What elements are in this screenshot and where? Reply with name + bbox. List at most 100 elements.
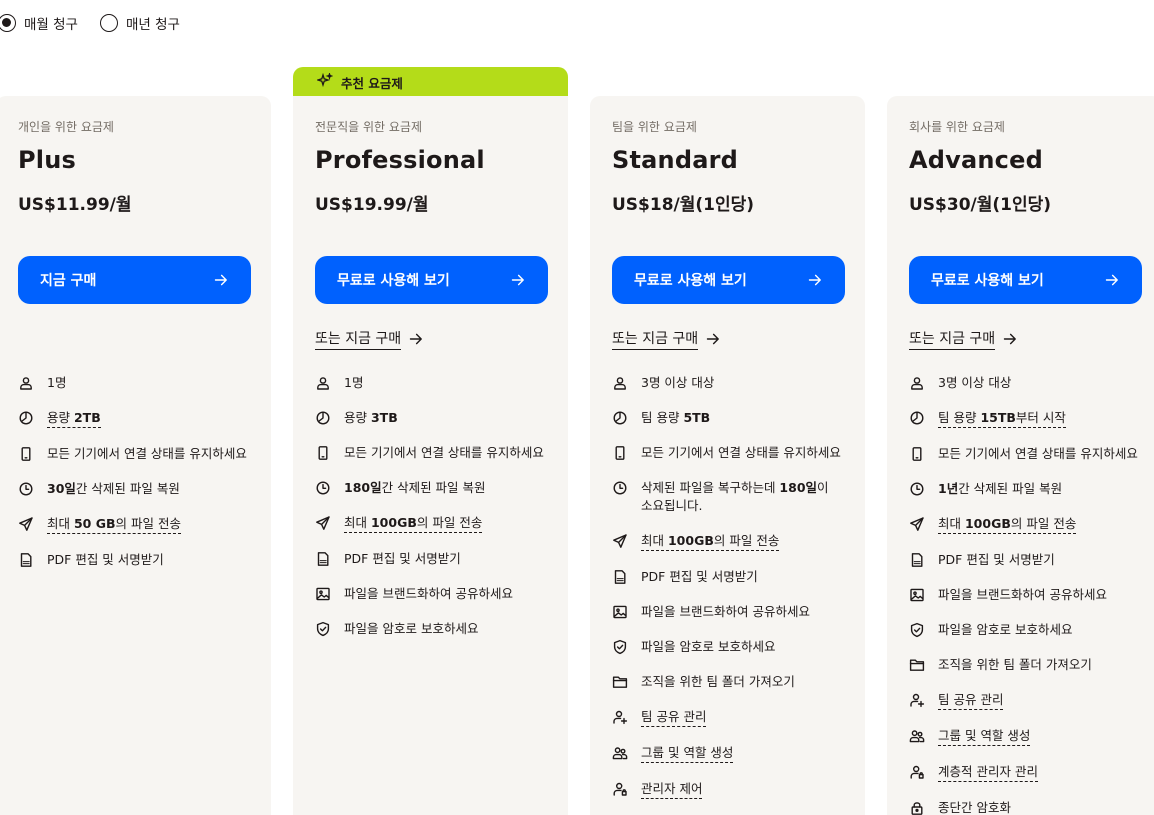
feature-item: 3명 이상 대상 <box>909 374 1139 392</box>
buy-now-link-label: 또는 지금 구매 <box>909 328 996 350</box>
restore-icon <box>910 482 924 496</box>
plan-cta-button[interactable]: 무료로 사용해 보기 <box>315 256 548 304</box>
feature-text: 3명 이상 대상 <box>641 375 715 390</box>
image-icon <box>316 587 330 601</box>
feature-text[interactable]: 계층적 관리자 관리 <box>938 763 1038 782</box>
recommended-badge-label: 추천 요금제 <box>341 76 403 91</box>
folder-icon <box>909 659 925 671</box>
feature-item: PDF 편집 및 서명받기 <box>612 568 842 586</box>
feature-text: 파일을 브랜드화하여 공유하세요 <box>344 586 513 601</box>
admin-icon <box>910 765 924 779</box>
plan-cta-button[interactable]: 무료로 사용해 보기 <box>909 256 1142 304</box>
arrow-right-icon <box>1003 333 1017 345</box>
feature-item: 모든 기기에서 연결 상태를 유지하세요 <box>18 445 248 463</box>
feature-item: 파일을 암호로 보호하세요 <box>909 621 1139 639</box>
feature-text[interactable]: 종단간 암호화 <box>938 799 1011 815</box>
feature-item: 조직을 위한 팀 폴더 가져오기 <box>909 656 1139 674</box>
lock-icon <box>911 802 923 815</box>
pdf-icon <box>911 553 923 567</box>
user-add-icon <box>910 693 925 708</box>
restore-icon <box>316 481 330 495</box>
plan-card-advanced: 회사를 위한 요금제 Advanced US$30/월(1인당) 무료로 사용해 보기… <box>887 96 1154 815</box>
arrow-right-icon <box>808 274 821 286</box>
feature-text: 180일간 삭제된 파일 복원 <box>344 480 486 495</box>
radio-monthly[interactable] <box>0 14 16 32</box>
buy-now-link-label: 또는 지금 구매 <box>612 328 699 350</box>
arrow-right-icon <box>409 333 423 345</box>
plan-audience: 전문직을 위한 요금제 <box>315 120 422 134</box>
plan-cta-label: 지금 구매 <box>40 273 97 289</box>
feature-item: 팀 용량 5TB <box>612 409 842 427</box>
feature-text[interactable]: 팀 공유 관리 <box>938 691 1004 710</box>
feature-text[interactable]: 최대 100GB의 파일 전송 <box>344 514 483 533</box>
plan-audience: 회사를 위한 요금제 <box>909 120 1005 134</box>
plan-name: Advanced <box>909 146 1043 174</box>
feature-text[interactable]: 최대 100GB의 파일 전송 <box>641 532 780 551</box>
feature-text: 조직을 위한 팀 폴더 가져오기 <box>641 674 795 689</box>
feature-text: 모든 기기에서 연결 상태를 유지하세요 <box>47 446 247 461</box>
plan-name: Plus <box>18 146 76 174</box>
radio-yearly[interactable] <box>99 14 118 32</box>
arrow-right-icon <box>706 333 720 345</box>
feature-text: 조직을 위한 팀 폴더 가져오기 <box>938 657 1092 672</box>
billing-yearly-label: 매년 청구 <box>125 17 180 33</box>
restore-icon <box>19 482 33 496</box>
feature-item: PDF 편집 및 서명받기 <box>909 551 1139 569</box>
feature-text: 파일을 암호로 보호하세요 <box>938 622 1073 637</box>
feature-list: 1명 용량 3TB 모든 기기에서 연결 상태를 유지하세요 180일간 삭제된 파일… <box>315 374 545 655</box>
feature-text[interactable]: 용량 2TB <box>47 409 101 428</box>
plan-audience: 팀을 위한 요금제 <box>612 120 697 134</box>
feature-item: 그룹 및 역할 생성 <box>909 727 1139 746</box>
storage-icon <box>19 411 33 425</box>
storage-icon <box>316 411 330 425</box>
feature-text[interactable]: 팀 용량 15TB부터 시작 <box>938 409 1066 428</box>
feature-text[interactable]: 팀 공유 관리 <box>641 708 707 727</box>
user-icon <box>911 377 923 390</box>
plan-card-plus: 개인을 위한 요금제 Plus US$11.99/월 지금 구매 1명 용량 2TB 모든 … <box>0 96 271 815</box>
feature-text: 용량 3TB <box>344 410 398 425</box>
feature-item: 파일을 브랜드화하여 공유하세요 <box>909 586 1139 604</box>
buy-now-link[interactable]: 또는 지금 구매 <box>612 328 721 350</box>
user-icon <box>20 377 32 390</box>
billing-yearly-option[interactable]: 매년 청구 <box>99 13 180 33</box>
device-icon <box>912 447 922 461</box>
feature-list: 3명 이상 대상팀 용량 15TB부터 시작모든 기기에서 연결 상태를 유지하… <box>909 374 1139 815</box>
feature-item: 최대 50 GB의 파일 전송 <box>18 515 248 534</box>
plan-cta-button[interactable]: 지금 구매 <box>18 256 251 304</box>
device-icon <box>21 447 31 461</box>
buy-now-link[interactable]: 또는 지금 구매 <box>909 328 1018 350</box>
pdf-icon <box>20 553 32 567</box>
feature-item: PDF 편집 및 서명받기 <box>18 551 248 569</box>
feature-text[interactable]: 최대 50 GB의 파일 전송 <box>47 515 181 534</box>
feature-item: 모든 기기에서 연결 상태를 유지하세요 <box>909 445 1139 463</box>
feature-text[interactable]: 그룹 및 역할 생성 <box>938 727 1031 746</box>
billing-monthly-option[interactable]: 매월 청구 <box>0 13 78 33</box>
group-icon <box>612 747 628 760</box>
feature-text: 파일을 브랜드화하여 공유하세요 <box>641 604 810 619</box>
feature-item: 파일을 브랜드화하여 공유하세요 <box>315 585 545 603</box>
arrow-right-icon <box>511 274 524 286</box>
user-icon <box>614 377 626 390</box>
feature-text: 삭제된 파일을 복구하는데 180일이 소요됩니다. <box>641 480 829 513</box>
image-icon <box>613 605 627 619</box>
feature-text[interactable]: 그룹 및 역할 생성 <box>641 744 734 763</box>
feature-text: 30일간 삭제된 파일 복원 <box>47 481 180 496</box>
image-icon <box>910 588 924 602</box>
feature-item: 팀 용량 15TB부터 시작 <box>909 409 1139 428</box>
feature-item: 최대 100GB의 파일 전송 <box>315 514 545 533</box>
feature-text: 모든 기기에서 연결 상태를 유지하세요 <box>938 446 1138 461</box>
feature-text: PDF 편집 및 서명받기 <box>344 551 461 566</box>
feature-item: 1명 <box>315 374 545 392</box>
feature-item: 팀 공유 관리 <box>909 691 1139 710</box>
feature-item: 최대 100GB의 파일 전송 <box>909 515 1139 534</box>
feature-text: 1명 <box>47 375 67 390</box>
plan-cta-label: 무료로 사용해 보기 <box>931 273 1044 289</box>
arrow-right-icon <box>1105 274 1118 286</box>
feature-text: 모든 기기에서 연결 상태를 유지하세요 <box>641 445 841 460</box>
feature-text[interactable]: 최대 100GB의 파일 전송 <box>938 515 1077 534</box>
feature-text[interactable]: 관리자 제어 <box>641 780 703 799</box>
send-icon <box>19 517 33 531</box>
folder-icon <box>612 676 628 688</box>
buy-now-link[interactable]: 또는 지금 구매 <box>315 328 424 350</box>
plan-cta-button[interactable]: 무료로 사용해 보기 <box>612 256 845 304</box>
